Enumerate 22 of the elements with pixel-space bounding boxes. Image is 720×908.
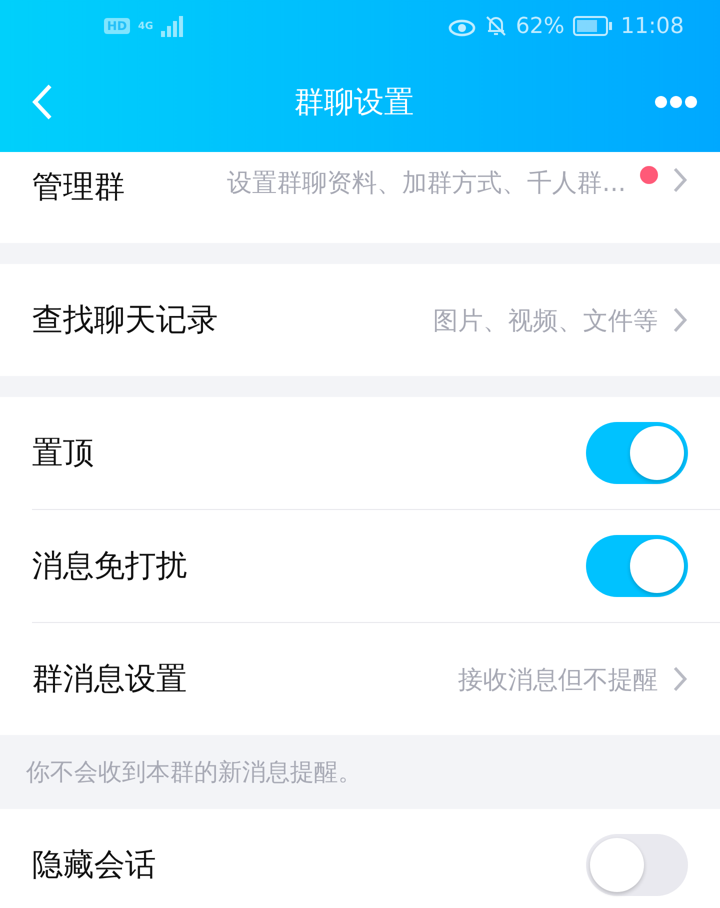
row-label: 管理群	[32, 168, 125, 207]
row-label: 隐藏会话	[32, 846, 156, 885]
row-label: 置顶	[32, 434, 94, 473]
hd-indicator: HD	[104, 18, 130, 34]
row-label: 消息免打扰	[32, 547, 187, 586]
hint-text: 你不会收到本群的新消息提醒。	[26, 757, 362, 788]
battery-percent: 62%	[516, 14, 565, 38]
more-button[interactable]	[654, 95, 698, 109]
row-value: 设置群聊资料、加群方式、千人群...	[227, 167, 626, 199]
battery-icon	[572, 15, 613, 37]
row-value: 图片、视频、文件等	[433, 304, 658, 336]
row-label: 查找聊天记录	[32, 301, 218, 340]
row-value: 接收消息但不提醒	[458, 664, 658, 696]
back-button[interactable]	[30, 82, 54, 122]
clock-time: 11:08	[620, 14, 684, 38]
chevron-right-icon	[672, 166, 688, 194]
row-label: 群消息设置	[32, 660, 187, 699]
bell-off-icon	[484, 14, 508, 38]
chevron-right-icon	[672, 306, 688, 334]
chevron-right-icon	[672, 665, 688, 693]
page-title: 群聊设置	[294, 84, 414, 122]
network-type: 4G	[138, 20, 154, 32]
